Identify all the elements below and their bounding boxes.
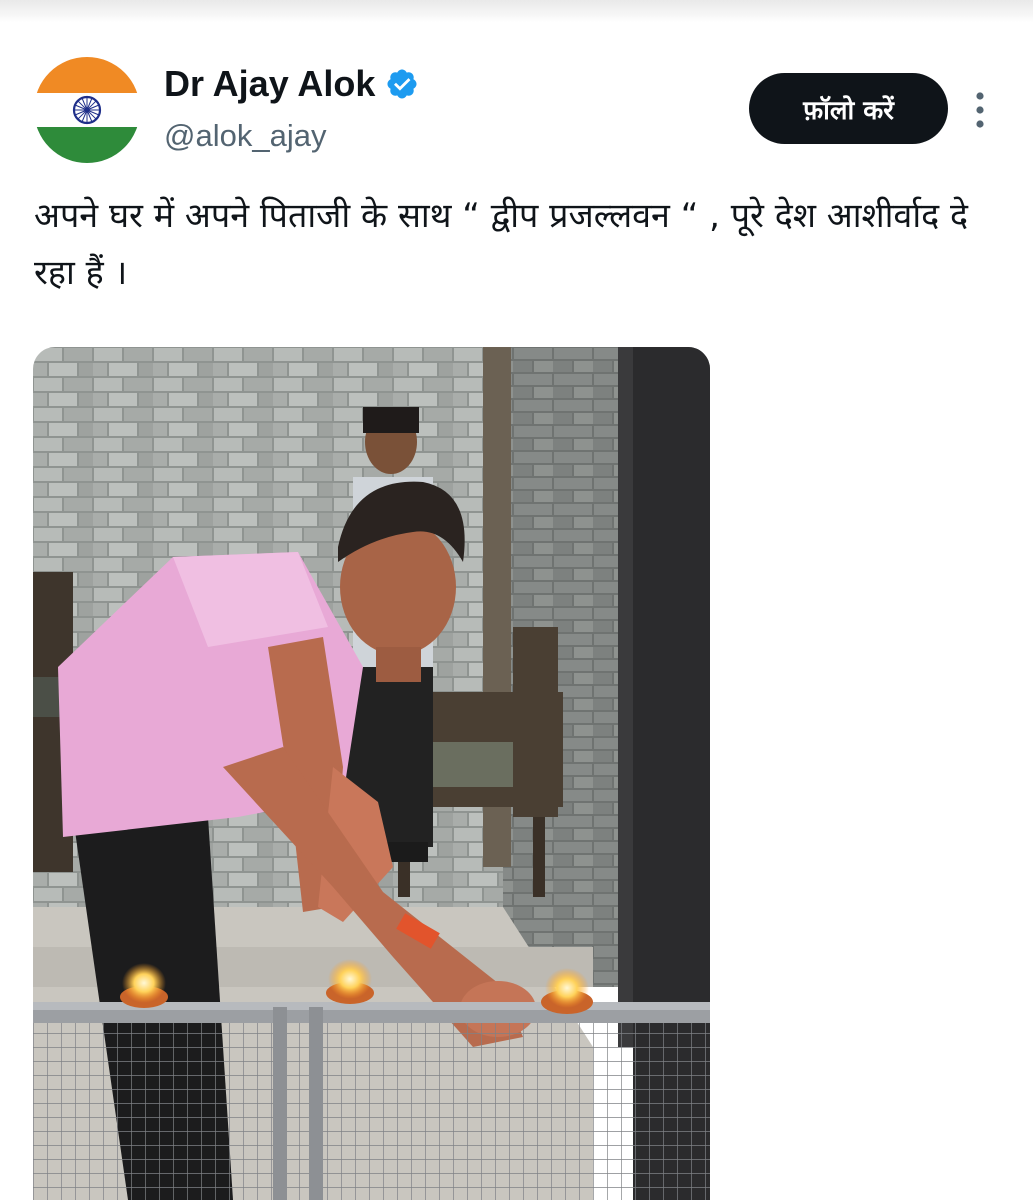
photo-illustration bbox=[33, 347, 710, 1200]
follow-button[interactable]: फ़ॉलो करें bbox=[749, 73, 948, 144]
verified-badge-icon bbox=[385, 67, 419, 101]
user-handle[interactable]: @alok_ajay bbox=[164, 118, 326, 154]
display-name[interactable]: Dr Ajay Alok bbox=[164, 60, 419, 108]
display-name-text: Dr Ajay Alok bbox=[164, 63, 376, 104]
india-flag-icon bbox=[34, 57, 140, 163]
tweet-media-photo[interactable] bbox=[33, 347, 710, 1200]
avatar[interactable] bbox=[34, 57, 140, 163]
tweet-text: अपने घर में अपने पिताजी के साथ “ द्वीप प… bbox=[34, 196, 969, 293]
top-edge-strip bbox=[0, 0, 1033, 22]
more-vertical-icon[interactable] bbox=[966, 88, 994, 132]
